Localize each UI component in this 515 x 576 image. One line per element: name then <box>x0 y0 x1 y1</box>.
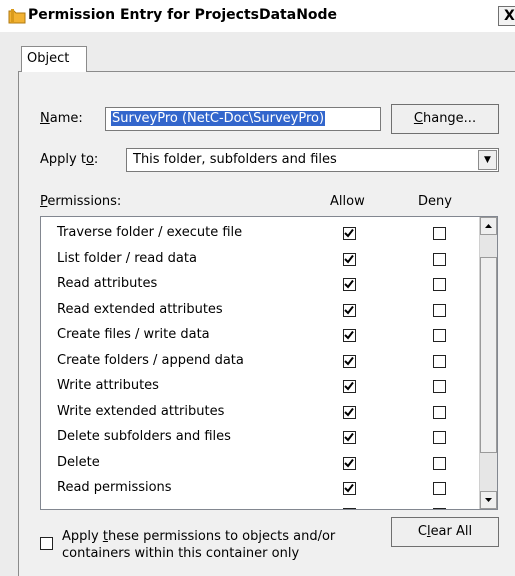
permission-name: Write extended attributes <box>57 403 225 419</box>
allow-checkbox[interactable] <box>343 380 356 393</box>
allow-checkbox[interactable] <box>343 482 356 495</box>
deny-header: Deny <box>418 194 452 209</box>
permission-name: Traverse folder / execute file <box>57 225 243 240</box>
deny-checkbox[interactable] <box>433 278 446 291</box>
allow-checkbox[interactable] <box>343 507 356 509</box>
chevron-up-icon <box>485 224 492 228</box>
vertical-scrollbar[interactable] <box>479 217 497 509</box>
scroll-up-button[interactable] <box>480 217 497 235</box>
apply-to-label: Apply to: <box>40 152 99 167</box>
deny-checkbox[interactable] <box>433 329 446 342</box>
permission-row: Read attributes <box>41 272 481 298</box>
change-button[interactable]: Change... <box>391 104 499 134</box>
allow-checkbox[interactable] <box>343 354 356 368</box>
scroll-thumb[interactable] <box>480 257 497 453</box>
permission-name: Delete <box>57 454 100 470</box>
close-button[interactable]: X <box>498 6 515 26</box>
permission-row: Create folders / append data <box>41 349 481 375</box>
permission-name: Create files / write data <box>57 327 210 342</box>
allow-checkbox[interactable] <box>343 227 356 240</box>
scroll-down-button[interactable] <box>480 491 497 509</box>
window-title: Permission Entry for ProjectsDataNode <box>28 7 338 23</box>
permission-entry-dialog: Permission Entry for ProjectsDataNode X … <box>0 0 515 576</box>
name-field-value: SurveyPro (NetC-Doc\SurveyPro) <box>111 111 326 126</box>
deny-checkbox[interactable] <box>433 507 446 509</box>
tab-object-label: Object <box>27 51 70 66</box>
allow-checkbox[interactable] <box>343 329 356 342</box>
clear-all-button[interactable]: Clear All <box>391 517 499 547</box>
deny-checkbox[interactable] <box>433 431 446 444</box>
permission-name: Create folders / append data <box>57 352 244 368</box>
permission-row: Delete <box>41 451 481 477</box>
deny-checkbox[interactable] <box>433 354 446 368</box>
permission-name: Delete subfolders and files <box>57 429 231 444</box>
chevron-down-icon <box>485 498 492 502</box>
deny-checkbox[interactable] <box>433 303 446 317</box>
chevron-down-icon[interactable]: ▼ <box>478 150 497 170</box>
apply-to-value: This folder, subfolders and files <box>133 152 337 167</box>
allow-checkbox[interactable] <box>343 456 356 470</box>
deny-checkbox[interactable] <box>433 227 446 240</box>
permission-row: Read extended attributes <box>41 298 481 324</box>
apply-to-container-only-label: Apply these permissions to objects and/o… <box>62 529 336 561</box>
apply-to-container-only-checkbox[interactable] <box>40 537 53 550</box>
permission-row <box>41 502 481 509</box>
permission-row: Traverse folder / execute file <box>41 221 481 247</box>
name-field[interactable]: SurveyPro (NetC-Doc\SurveyPro) <box>105 107 381 131</box>
permission-name: Write attributes <box>57 378 159 393</box>
deny-checkbox[interactable] <box>433 252 446 266</box>
permission-row: Write attributes <box>41 374 481 400</box>
allow-checkbox[interactable] <box>343 405 356 419</box>
deny-checkbox[interactable] <box>433 405 446 419</box>
folder-icon <box>8 9 26 24</box>
allow-checkbox[interactable] <box>343 303 356 317</box>
permission-name: List folder / read data <box>57 250 197 266</box>
permission-row: List folder / read data <box>41 247 481 273</box>
permission-row: Read permissions <box>41 476 481 502</box>
permission-name: Read permissions <box>57 480 172 495</box>
permission-row: Write extended attributes <box>41 400 481 426</box>
permission-row: Delete subfolders and files <box>41 425 481 451</box>
apply-to-dropdown[interactable]: This folder, subfolders and files ▼ <box>126 148 499 172</box>
allow-checkbox[interactable] <box>343 431 356 444</box>
permission-name: Read extended attributes <box>57 301 223 317</box>
permission-row: Create files / write data <box>41 323 481 349</box>
name-label: Name: <box>40 111 83 126</box>
permission-name: Read attributes <box>57 276 158 291</box>
allow-checkbox[interactable] <box>343 278 356 291</box>
tab-object[interactable]: Object <box>21 46 87 72</box>
permissions-label: Permissions: <box>40 194 122 209</box>
deny-checkbox[interactable] <box>433 380 446 393</box>
allow-checkbox[interactable] <box>343 252 356 266</box>
permissions-list[interactable]: Traverse folder / execute file List folde… <box>40 216 498 510</box>
allow-header: Allow <box>330 194 365 209</box>
deny-checkbox[interactable] <box>433 456 446 470</box>
deny-checkbox[interactable] <box>433 482 446 495</box>
title-bar: Permission Entry for ProjectsDataNode X <box>0 0 515 32</box>
